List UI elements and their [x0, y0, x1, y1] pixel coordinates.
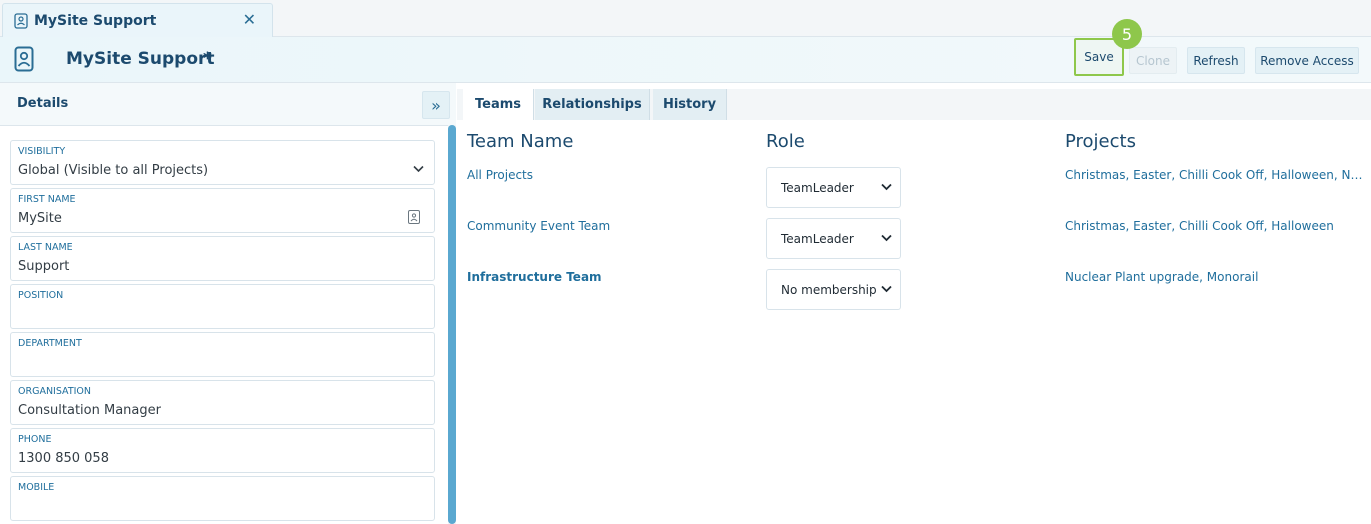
- team-link[interactable]: Infrastructure Team: [467, 270, 602, 284]
- field-value: 1300 850 058: [18, 451, 109, 466]
- role-select[interactable]: No membership: [766, 269, 901, 310]
- step-badge: 5: [1112, 19, 1142, 49]
- chevron-down-icon: [881, 283, 892, 296]
- chevron-down-icon: [413, 163, 424, 176]
- details-header: Details »: [0, 83, 456, 126]
- document-tab-strip: MySite Support ✕: [0, 0, 1371, 38]
- contact-card-icon: [14, 46, 34, 72]
- contact-card-icon: [14, 13, 28, 29]
- column-header-projects: Projects: [1065, 131, 1136, 152]
- unsaved-marker: *: [203, 49, 212, 69]
- first-name-field[interactable]: FIRST NAME MySite: [10, 188, 435, 233]
- visibility-field[interactable]: VISIBILITY Global (Visible to all Projec…: [10, 140, 435, 185]
- mobile-field[interactable]: MOBILE: [10, 476, 435, 521]
- details-panel: Details » VISIBILITY Global (Visible to …: [0, 83, 456, 524]
- tab-relationships[interactable]: Relationships: [535, 89, 650, 120]
- column-header-team: Team Name: [467, 131, 574, 152]
- chevron-down-icon: [881, 181, 892, 194]
- field-value: MySite: [18, 211, 62, 226]
- organisation-field[interactable]: ORGANISATION Consultation Manager: [10, 380, 435, 425]
- chevron-down-icon: [881, 232, 892, 245]
- team-projects: Nuclear Plant upgrade, Monorail: [1065, 270, 1259, 284]
- details-title: Details: [17, 96, 69, 111]
- field-label: MOBILE: [18, 482, 55, 493]
- position-field[interactable]: POSITION: [10, 284, 435, 329]
- field-label: LAST NAME: [18, 242, 73, 253]
- tab-history[interactable]: History: [653, 89, 727, 120]
- field-label: DEPARTMENT: [18, 338, 82, 349]
- phone-field[interactable]: PHONE 1300 850 058: [10, 428, 435, 473]
- clone-button[interactable]: Clone: [1129, 47, 1177, 74]
- close-icon[interactable]: ✕: [243, 12, 256, 28]
- department-field[interactable]: DEPARTMENT: [10, 332, 435, 377]
- column-header-role: Role: [766, 131, 805, 152]
- role-select-value: TeamLeader: [781, 180, 854, 195]
- panel-tabs: Teams Relationships History: [457, 89, 1371, 120]
- field-label: FIRST NAME: [18, 194, 76, 205]
- teams-panel: Teams Relationships History Team Name Ro…: [457, 83, 1371, 524]
- contact-card-icon[interactable]: [408, 210, 420, 224]
- role-select[interactable]: TeamLeader: [766, 167, 901, 208]
- scrollbar-thumb[interactable]: [448, 125, 456, 524]
- team-projects: Christmas, Easter, Chilli Cook Off, Hall…: [1065, 219, 1334, 233]
- collapse-panel-button[interactable]: »: [422, 91, 450, 119]
- last-name-field[interactable]: LAST NAME Support: [10, 236, 435, 281]
- remove-access-button[interactable]: Remove Access: [1255, 47, 1359, 74]
- double-chevron-right-icon: »: [431, 95, 441, 115]
- role-select-value: TeamLeader: [781, 231, 854, 246]
- refresh-button[interactable]: Refresh: [1187, 47, 1245, 74]
- tab-teams[interactable]: Teams: [463, 89, 534, 120]
- field-label: PHONE: [18, 434, 52, 445]
- document-tab[interactable]: MySite Support ✕: [2, 3, 273, 38]
- field-label: VISIBILITY: [18, 146, 66, 157]
- document-tab-title: MySite Support: [34, 13, 157, 29]
- team-projects: Christmas, Easter, Chilli Cook Off, Hall…: [1065, 168, 1365, 182]
- role-select-value: No membership: [781, 282, 877, 297]
- role-select[interactable]: TeamLeader: [766, 218, 901, 259]
- record-header: MySite Support * Save Clone Refresh Remo…: [0, 37, 1371, 83]
- field-label: POSITION: [18, 290, 64, 301]
- field-label: ORGANISATION: [18, 386, 92, 397]
- field-value: Consultation Manager: [18, 403, 161, 418]
- team-link[interactable]: All Projects: [467, 168, 533, 182]
- page-title: MySite Support: [66, 49, 215, 69]
- field-value: Global (Visible to all Projects): [18, 163, 209, 178]
- field-value: Support: [18, 259, 70, 274]
- team-link[interactable]: Community Event Team: [467, 219, 610, 233]
